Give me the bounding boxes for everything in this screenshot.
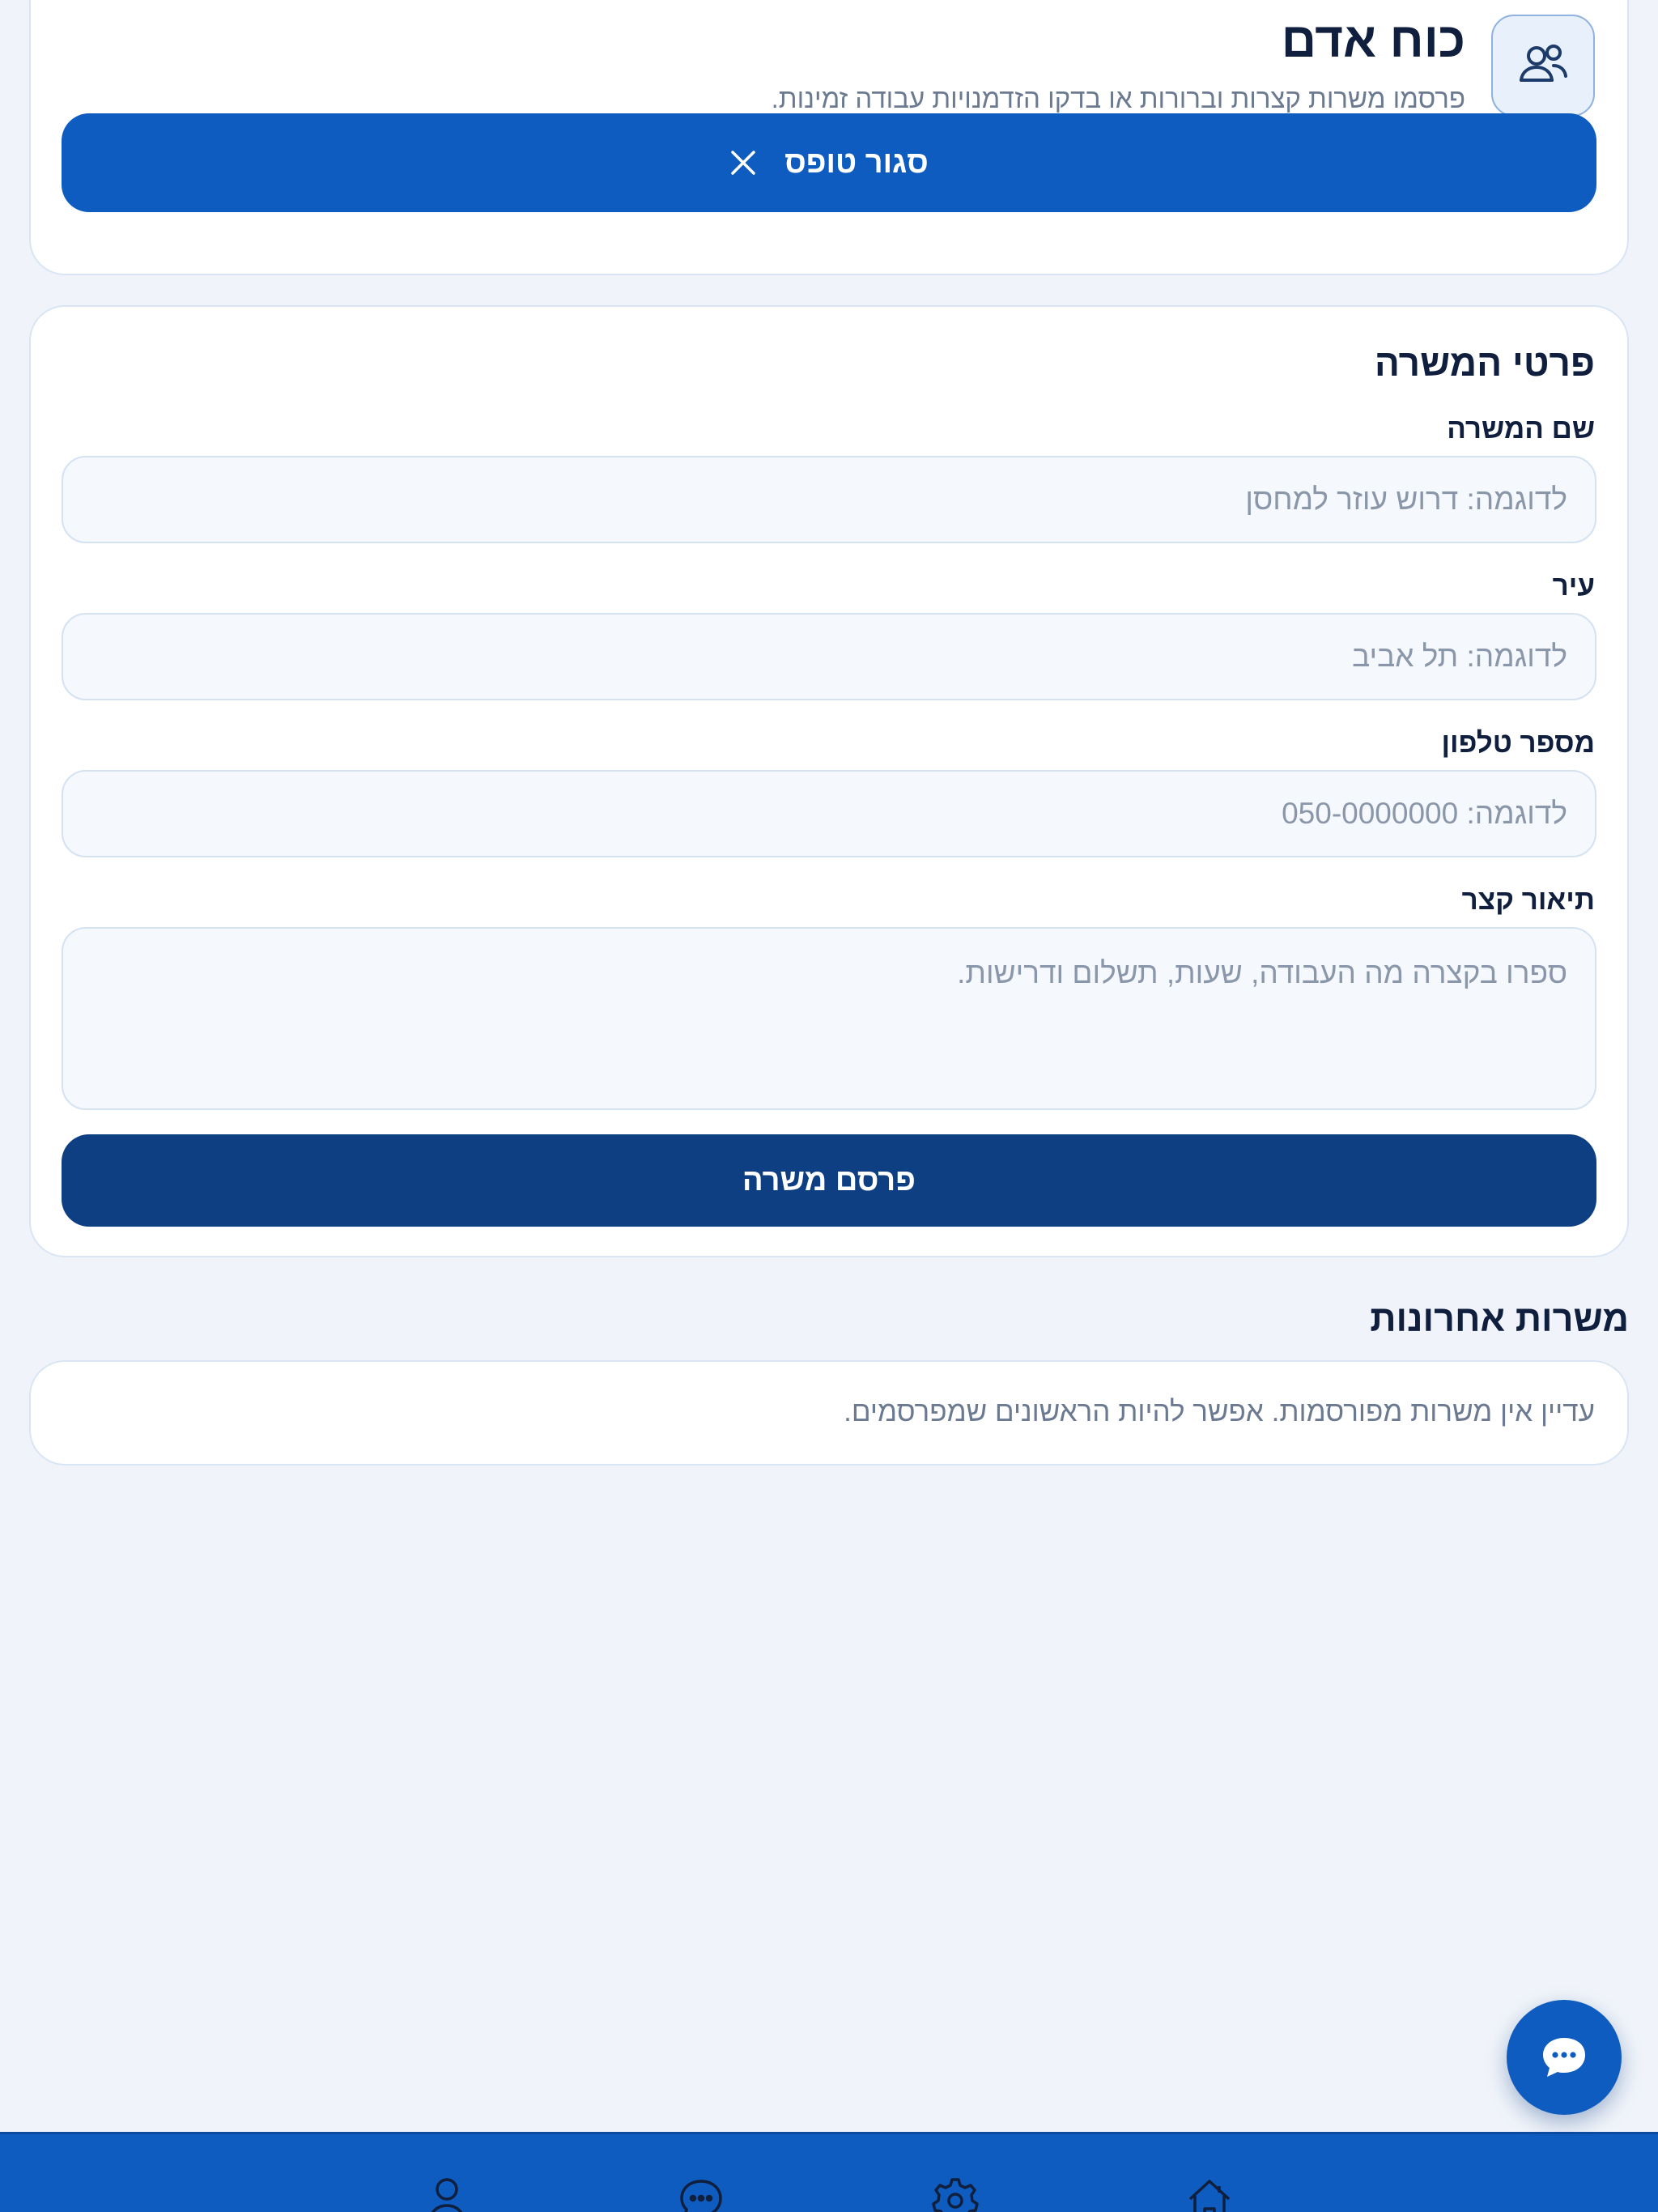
publish-job-button[interactable]: פרסם משרה	[62, 1134, 1596, 1227]
close-form-label: סגור טופס	[784, 145, 929, 180]
bottom-navigation	[0, 2132, 1658, 2212]
job-form-card: פרטי המשרה שם המשרה עיר מספר טלפון תיאור…	[29, 305, 1629, 1257]
phone-input[interactable]	[62, 770, 1596, 857]
chat-bubble-icon	[1543, 2038, 1585, 2077]
chat-icon	[680, 2180, 722, 2212]
job-title-label: שם המשרה	[1447, 413, 1595, 445]
description-textarea[interactable]	[62, 927, 1596, 1110]
recent-jobs-empty-message: עדיין אין משרות מפורסמות. אפשר להיות הרא…	[844, 1396, 1595, 1427]
recent-jobs-title: משרות אחרונות	[1370, 1298, 1629, 1339]
close-form-button[interactable]: סגור טופס	[62, 113, 1596, 212]
job-title-input[interactable]	[62, 456, 1596, 543]
nav-item-profile[interactable]	[421, 2176, 473, 2212]
page-title: כוח אדם	[1281, 13, 1465, 67]
chat-fab-button[interactable]	[1507, 2000, 1622, 2115]
nav-item-chat[interactable]	[675, 2176, 727, 2212]
nav-item-home[interactable]	[1184, 2176, 1235, 2212]
phone-label: מספר טלפון	[1441, 727, 1595, 759]
form-section-title: פרטי המשרה	[1374, 342, 1595, 384]
gear-icon	[932, 2178, 979, 2212]
nav-item-settings[interactable]	[929, 2176, 981, 2212]
header-card: כוח אדם פרסמו משרות קצרות וברורות או בדק…	[29, 0, 1629, 275]
city-input[interactable]	[62, 613, 1596, 700]
description-label: תיאור קצר	[1461, 884, 1595, 916]
city-label: עיר	[1552, 570, 1595, 602]
close-icon	[731, 151, 755, 175]
page-subtitle: פרסמו משרות קצרות וברורות או בדקו הזדמנו…	[771, 83, 1465, 113]
user-icon	[431, 2178, 463, 2212]
recent-jobs-card: עדיין אין משרות מפורסמות. אפשר להיות הרא…	[29, 1360, 1629, 1465]
home-icon	[1188, 2180, 1231, 2212]
users-icon	[1491, 15, 1595, 117]
